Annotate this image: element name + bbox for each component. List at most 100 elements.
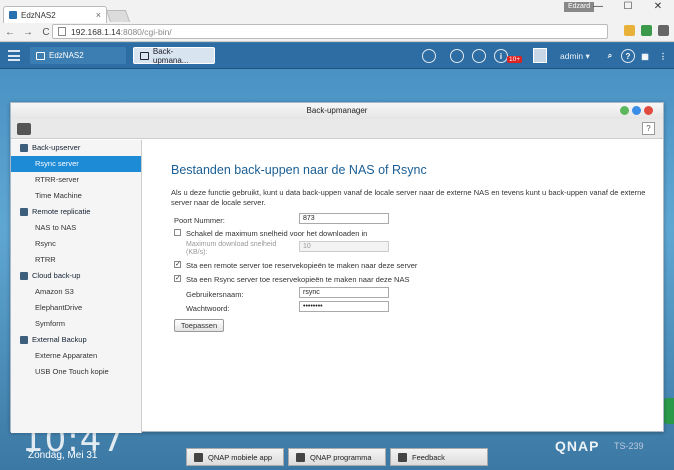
more-icon[interactable]: ⋮	[656, 49, 670, 63]
feedback-label: Feedback	[412, 452, 445, 462]
username-label: Gebruikersnaam:	[186, 290, 244, 299]
sidebar-section-label: Back-upserver	[32, 143, 81, 152]
tools-icon	[296, 452, 305, 462]
port-input[interactable]	[299, 213, 389, 224]
window-toolbar: ?	[11, 119, 663, 139]
username-row: Gebruikersnaam:	[171, 287, 661, 301]
feedback-icon	[398, 452, 407, 462]
back-button[interactable]: ←	[5, 27, 15, 38]
backup-manager-tab-label: Back-upmana...	[152, 46, 189, 65]
sidebar-section-label: Cloud back-up	[32, 271, 81, 280]
extension-icon[interactable]	[641, 25, 652, 36]
sidebar-item-rsync[interactable]: Rsync	[11, 236, 141, 252]
sidebar-item-usb-one-touch[interactable]: USB One Touch kopie	[11, 364, 141, 380]
url-host: 192.168.1.14	[71, 26, 121, 37]
window-minimize-icon[interactable]	[620, 106, 629, 115]
backup-manager-tab[interactable]: Back-upmana...	[133, 46, 215, 65]
sidebar-section-label: Remote replicatie	[32, 207, 91, 216]
sidebar-item-external-devices[interactable]: Externe Apparaten	[11, 348, 141, 364]
max-download-row: Maximum download snelheid (KB/s):	[171, 241, 661, 259]
sidebar-section-backup-server[interactable]: Back-upserver	[11, 140, 141, 156]
external-device-icon[interactable]	[472, 49, 486, 63]
sidebar-item-symform[interactable]: Symform	[11, 316, 141, 332]
home-icon	[36, 51, 45, 60]
desktop-tab[interactable]: EdzNAS2	[30, 47, 126, 64]
apply-button[interactable]: Toepassen	[174, 319, 224, 332]
sidebar-section-cloud-backup[interactable]: Cloud back-up	[11, 268, 141, 284]
extension-icon[interactable]	[624, 25, 635, 36]
desktop-date: Zondag, Mei 31	[28, 450, 98, 461]
phone-icon	[194, 452, 203, 462]
model-label: TS-239	[614, 441, 644, 451]
reload-button[interactable]: C	[41, 27, 51, 38]
browser-toolbar: ← → C 192.168.1.14:8080/cgi-bin/	[0, 22, 674, 42]
forward-button[interactable]: →	[23, 27, 33, 38]
window-close-icon[interactable]	[644, 106, 653, 115]
utility-label: QNAP programma	[310, 452, 372, 462]
password-input[interactable]	[299, 301, 389, 312]
browser-tabbar: EdzNAS2 × Edzard — ☐ ✕	[0, 0, 674, 23]
sidebar-item-rtrr[interactable]: RTRR	[11, 252, 141, 268]
browser-tab[interactable]: EdzNAS2 ×	[3, 6, 107, 23]
sidebar-item-amazon-s3[interactable]: Amazon S3	[11, 284, 141, 300]
minimize-button[interactable]: —	[583, 0, 613, 13]
sidebar-item-elephantdrive[interactable]: ElephantDrive	[11, 300, 141, 316]
allow-remote-label: Sta een remote server toe reservekopieën…	[186, 261, 418, 270]
menu-icon[interactable]	[658, 25, 669, 36]
description-text: Als u deze functie gebruikt, kunt u data…	[171, 188, 646, 207]
server-icon	[20, 144, 28, 152]
main-menu-icon[interactable]	[8, 50, 20, 61]
allow-remote-row: ✓ Sta een remote server toe reservekopie…	[171, 259, 661, 273]
sidebar-section-external-backup[interactable]: External Backup	[11, 332, 141, 348]
notification-badge: 10+	[507, 56, 523, 63]
allow-remote-checkbox[interactable]: ✓	[174, 261, 181, 268]
brand-logo: QNAP	[555, 438, 600, 454]
sidebar-section-remote-replication[interactable]: Remote replicatie	[11, 204, 141, 220]
window-title: Back-upmanager	[11, 103, 663, 119]
sidebar-section-label: External Backup	[32, 335, 87, 344]
close-window-button[interactable]: ✕	[643, 0, 673, 13]
port-row: Poort Nummer:	[171, 213, 661, 227]
desktop-taskbar: QNAP mobiele app QNAP programma Feedback	[186, 448, 490, 468]
cloud-icon	[20, 272, 28, 280]
sidebar-item-rsync-server[interactable]: Rsync server	[11, 156, 141, 172]
search-icon[interactable]: ⌕	[603, 49, 617, 63]
sidebar: Back-upserver Rsync server RTRR-server T…	[11, 140, 142, 433]
notification-icon[interactable]: i	[494, 49, 508, 63]
page-icon	[58, 27, 66, 36]
allow-rsync-row: ✓ Sta een Rsync server toe reservekopieë…	[171, 273, 661, 287]
password-label: Wachtwoord:	[186, 304, 230, 313]
sidebar-item-time-machine[interactable]: Time Machine	[11, 188, 141, 204]
browser-tab-title: EdzNAS2	[21, 10, 56, 20]
qnap-favicon-icon	[9, 11, 17, 19]
feedback-button[interactable]: Feedback	[390, 448, 488, 466]
sidebar-item-rtrr-server[interactable]: RTRR-server	[11, 172, 141, 188]
new-tab-button[interactable]	[105, 10, 131, 22]
page-title: Bestanden back-uppen naar de NAS of Rsyn…	[171, 163, 427, 177]
main-panel: Bestanden back-uppen naar de NAS of Rsyn…	[171, 163, 661, 333]
cloud-icon[interactable]	[422, 49, 436, 63]
utility-button[interactable]: QNAP programma	[288, 448, 386, 466]
sidebar-item-nas-to-nas[interactable]: NAS to NAS	[11, 220, 141, 236]
browser-chrome: EdzNAS2 × Edzard — ☐ ✕ ← → C 192.168.1.1…	[0, 0, 674, 42]
avatar[interactable]	[533, 48, 547, 63]
help-icon[interactable]: ?	[621, 49, 635, 63]
max-speed-checkbox[interactable]	[174, 229, 181, 236]
mobile-app-button[interactable]: QNAP mobiele app	[186, 448, 284, 466]
tab-close-icon[interactable]: ×	[96, 10, 101, 20]
max-speed-label: Schakel de maximum snelheid voor het dow…	[186, 229, 368, 238]
backup-icon	[140, 51, 149, 60]
mobile-app-label: QNAP mobiele app	[208, 452, 273, 462]
user-menu[interactable]: admin ▾	[560, 51, 590, 62]
allow-rsync-checkbox[interactable]: ✓	[174, 275, 181, 282]
replication-icon	[20, 208, 28, 216]
help-button[interactable]: ?	[642, 122, 655, 135]
tasks-icon[interactable]	[450, 49, 464, 63]
window-maximize-icon[interactable]	[632, 106, 641, 115]
maximize-button[interactable]: ☐	[613, 0, 643, 13]
address-bar[interactable]: 192.168.1.14:8080/cgi-bin/	[52, 24, 608, 39]
username-input[interactable]	[299, 287, 389, 298]
desktop-tab-label: EdzNAS2	[49, 51, 84, 60]
dashboard-icon[interactable]: ▦	[638, 49, 652, 63]
max-download-input[interactable]	[299, 241, 389, 252]
